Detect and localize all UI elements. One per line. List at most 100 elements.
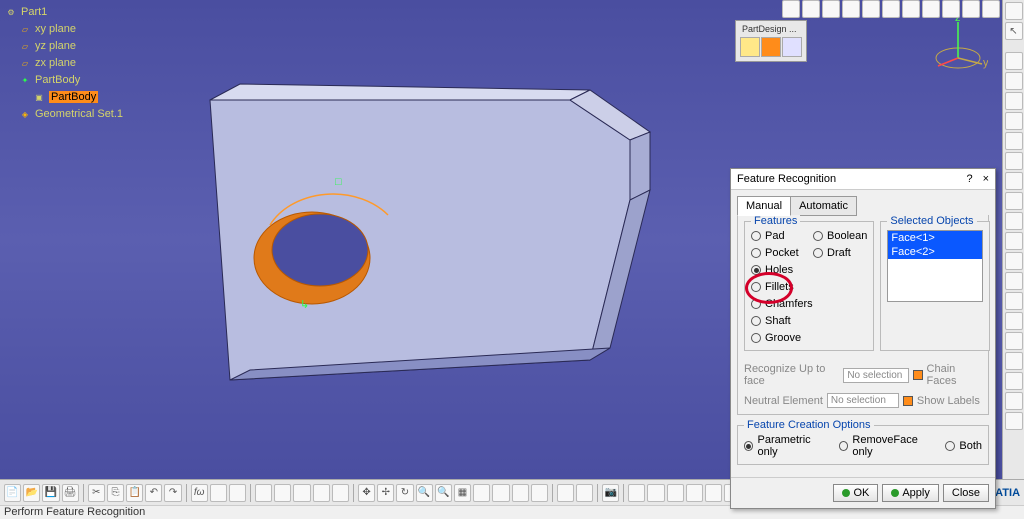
top-tool[interactable]	[842, 0, 860, 18]
radio-pocket[interactable]: Pocket	[751, 247, 813, 259]
top-tool[interactable]	[882, 0, 900, 18]
btool[interactable]	[557, 484, 574, 502]
btool[interactable]	[274, 484, 291, 502]
radio-parametric[interactable]: Parametric only	[744, 434, 829, 458]
btool[interactable]	[313, 484, 330, 502]
selected-objects-list[interactable]: Face<1> Face<2>	[887, 230, 983, 302]
btool[interactable]	[293, 484, 310, 502]
btool-zoomin[interactable]: 🔍	[416, 484, 433, 502]
btool-normal[interactable]: ▦	[454, 484, 471, 502]
selected-face-1[interactable]: Face<1>	[888, 231, 982, 245]
btool-camera[interactable]: 📷	[602, 484, 619, 502]
top-tool[interactable]	[802, 0, 820, 18]
btool[interactable]	[473, 484, 490, 502]
btool[interactable]	[210, 484, 227, 502]
radio-draft[interactable]: Draft	[813, 247, 867, 259]
selected-face-2[interactable]: Face<2>	[888, 245, 982, 259]
tree-xy-plane[interactable]: ▱xy plane	[18, 21, 123, 37]
rtool[interactable]	[1005, 352, 1023, 370]
btool-rotate[interactable]: ↻	[396, 484, 413, 502]
btool-save[interactable]: 💾	[42, 484, 59, 502]
radio-fillets[interactable]: Fillets	[751, 281, 813, 293]
tree-geomset[interactable]: ◈Geometrical Set.1	[18, 106, 123, 122]
radio-both[interactable]: Both	[945, 434, 982, 458]
rtool[interactable]	[1005, 232, 1023, 250]
rtool[interactable]	[1005, 132, 1023, 150]
rtool[interactable]	[1005, 152, 1023, 170]
ok-button[interactable]: OK	[833, 484, 878, 502]
btool-copy[interactable]: ⎘	[107, 484, 124, 502]
tab-automatic[interactable]: Automatic	[790, 196, 857, 216]
float-tool-2[interactable]	[761, 37, 781, 57]
btool[interactable]	[686, 484, 703, 502]
rtool[interactable]	[1005, 292, 1023, 310]
rtool[interactable]	[1005, 52, 1023, 70]
rtool[interactable]	[1005, 372, 1023, 390]
tree-partbody-child[interactable]: ▣PartBody	[32, 89, 123, 105]
btool[interactable]	[576, 484, 593, 502]
recognize-upto-field[interactable]: No selection	[843, 368, 909, 383]
btool[interactable]	[255, 484, 272, 502]
help-icon[interactable]: ?	[966, 173, 972, 185]
chain-faces-check[interactable]: Chain Faces	[913, 363, 982, 387]
rtool[interactable]	[1005, 2, 1023, 20]
top-tool[interactable]	[862, 0, 880, 18]
rtool[interactable]	[1005, 112, 1023, 130]
btool-paste[interactable]: 📋	[126, 484, 143, 502]
top-tool[interactable]	[942, 0, 960, 18]
radio-pad[interactable]: Pad	[751, 230, 813, 242]
top-tool[interactable]	[902, 0, 920, 18]
top-tool[interactable]	[982, 0, 1000, 18]
rtool[interactable]	[1005, 272, 1023, 290]
rtool[interactable]	[1005, 252, 1023, 270]
compass[interactable]: z y	[928, 14, 988, 74]
tree-yz-plane[interactable]: ▱yz plane	[18, 38, 123, 54]
btool-print[interactable]: 🖨	[62, 484, 79, 502]
btool[interactable]	[628, 484, 645, 502]
rtool[interactable]	[1005, 92, 1023, 110]
top-tool[interactable]	[922, 0, 940, 18]
radio-boolean[interactable]: Boolean	[813, 230, 867, 242]
btool-undo[interactable]: ↶	[145, 484, 162, 502]
apply-button[interactable]: Apply	[882, 484, 939, 502]
rtool[interactable]	[1005, 192, 1023, 210]
radio-chamfers[interactable]: Chamfers	[751, 298, 813, 310]
btool-pan[interactable]: ✢	[377, 484, 394, 502]
tree-root[interactable]: ⚙Part1	[4, 4, 123, 20]
btool[interactable]	[531, 484, 548, 502]
rtool[interactable]	[1005, 332, 1023, 350]
top-tool[interactable]	[962, 0, 980, 18]
rtool[interactable]	[1005, 172, 1023, 190]
btool[interactable]	[492, 484, 509, 502]
btool[interactable]	[332, 484, 349, 502]
btool[interactable]	[705, 484, 722, 502]
btool[interactable]	[512, 484, 529, 502]
rtool[interactable]	[1005, 212, 1023, 230]
btool-open[interactable]: 📂	[23, 484, 40, 502]
neutral-element-field[interactable]: No selection	[827, 393, 899, 408]
btool-fit[interactable]: ✥	[358, 484, 375, 502]
specification-tree[interactable]: ⚙Part1 ▱xy plane ▱yz plane ▱zx plane ✦Pa…	[4, 4, 123, 123]
btool-fx[interactable]: fω	[191, 484, 208, 502]
close-button[interactable]: Close	[943, 484, 989, 502]
floating-toolbar[interactable]: PartDesign ...	[735, 20, 807, 62]
btool-zoomout[interactable]: 🔍	[435, 484, 452, 502]
radio-groove[interactable]: Groove	[751, 332, 813, 344]
dialog-titlebar[interactable]: Feature Recognition ? ×	[731, 169, 995, 190]
tree-zx-plane[interactable]: ▱zx plane	[18, 55, 123, 71]
rtool[interactable]	[1005, 72, 1023, 90]
btool-cut[interactable]: ✂	[88, 484, 105, 502]
rtool[interactable]	[1005, 312, 1023, 330]
btool[interactable]	[667, 484, 684, 502]
radio-shaft[interactable]: Shaft	[751, 315, 813, 327]
float-tool-3[interactable]	[782, 37, 802, 57]
btool-new[interactable]: 📄	[4, 484, 21, 502]
rtool[interactable]: ↖	[1005, 22, 1023, 40]
radio-removeface[interactable]: RemoveFace only	[839, 434, 935, 458]
radio-holes[interactable]: Holes	[751, 264, 813, 276]
float-tool-1[interactable]	[740, 37, 760, 57]
top-tool[interactable]	[782, 0, 800, 18]
tree-partbody[interactable]: ✦PartBody	[18, 72, 123, 88]
btool[interactable]	[647, 484, 664, 502]
rtool[interactable]	[1005, 412, 1023, 430]
